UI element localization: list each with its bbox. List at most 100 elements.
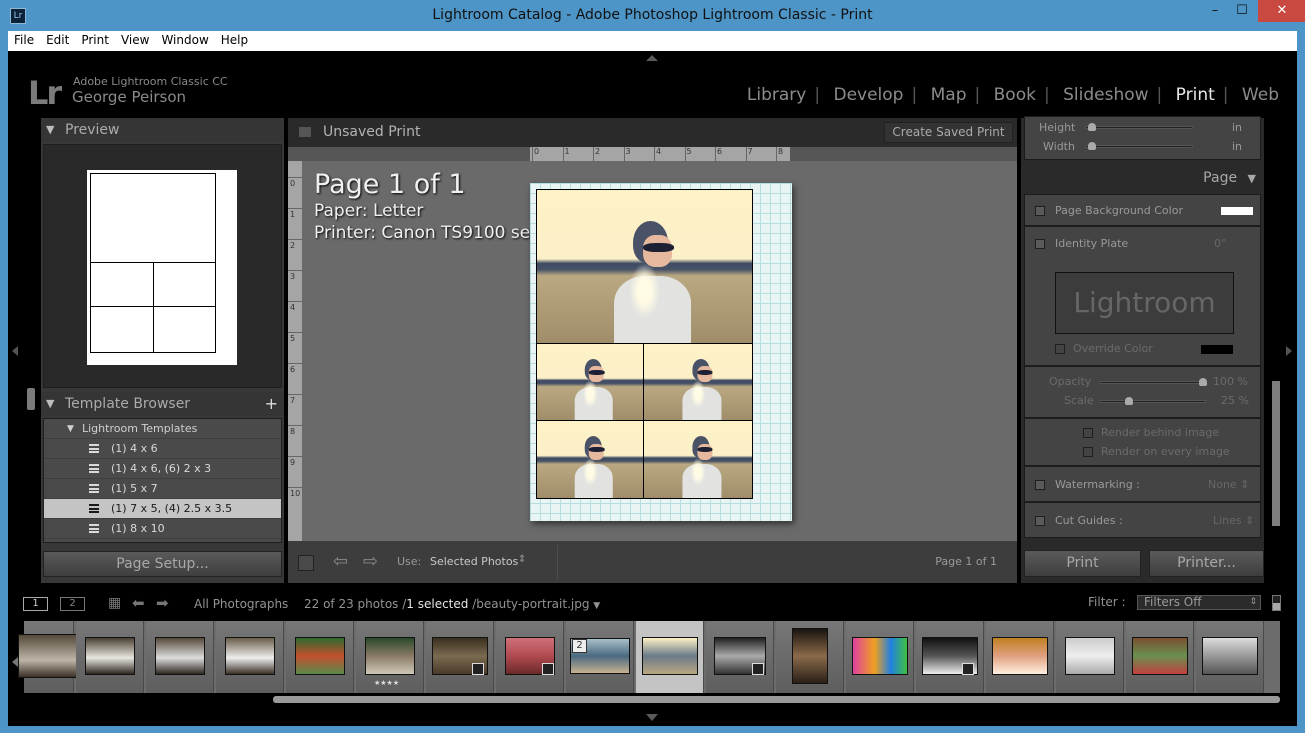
template-icon: [89, 504, 99, 513]
template-label: (1) 7 x 5, (4) 2.5 x 3.5: [111, 502, 233, 515]
filmstrip-thumb[interactable]: [776, 621, 844, 693]
cut-guides-dropdown[interactable]: Lines ⇕: [1213, 514, 1254, 527]
module-print[interactable]: Print: [1168, 85, 1223, 105]
second-window-button[interactable]: 2: [60, 597, 85, 611]
photo-cell-small[interactable]: [536, 420, 644, 499]
show-toolbar-toggle[interactable]: [298, 555, 314, 571]
render-every-checkbox[interactable]: [1083, 447, 1093, 457]
photo-cell-large[interactable]: [536, 189, 753, 344]
override-color-swatch[interactable]: [1201, 345, 1233, 354]
override-color-checkbox[interactable]: [1055, 344, 1065, 354]
filmstrip-thumb[interactable]: ★★★★: [356, 621, 424, 693]
right-panel-scrollbar[interactable]: [1272, 381, 1280, 526]
main-window-button[interactable]: 1: [23, 597, 48, 611]
filmstrip-thumb[interactable]: [286, 621, 354, 693]
filmstrip-thumb[interactable]: [916, 621, 984, 693]
menu-edit[interactable]: Edit: [40, 31, 75, 47]
template-item[interactable]: (1) 4 x 6, (6) 2 x 3: [44, 459, 281, 479]
module-web[interactable]: Web: [1234, 85, 1287, 105]
render-behind-checkbox[interactable]: [1083, 428, 1093, 438]
forward-arrow-icon[interactable]: ➡: [156, 594, 169, 612]
top-panel-toggle-icon[interactable]: [646, 55, 658, 61]
filmstrip-thumb[interactable]: [1056, 621, 1124, 693]
module-develop[interactable]: Develop: [825, 85, 911, 105]
menu-print[interactable]: Print: [75, 31, 115, 47]
page-background-checkbox[interactable]: [1035, 206, 1045, 216]
add-template-icon[interactable]: +: [265, 392, 278, 416]
filmstrip-thumb[interactable]: [986, 621, 1054, 693]
left-panel-scrollbar[interactable]: [27, 388, 35, 410]
grid-view-icon[interactable]: ▦: [108, 595, 121, 611]
width-slider[interactable]: [1085, 142, 1193, 150]
scale-slider[interactable]: [1099, 397, 1206, 405]
close-button[interactable]: ✕: [1258, 0, 1305, 22]
template-browser-header[interactable]: ▼ Template Browser +: [41, 392, 284, 416]
height-slider[interactable]: [1085, 123, 1193, 131]
preview-cell: [90, 262, 154, 307]
print-button[interactable]: Print: [1024, 550, 1141, 577]
page-background-swatch[interactable]: [1221, 207, 1253, 215]
create-saved-print-button[interactable]: Create Saved Print: [884, 122, 1013, 143]
menu-window[interactable]: Window: [155, 31, 214, 47]
source-label[interactable]: All Photographs: [194, 597, 288, 611]
photo-cell-small[interactable]: [536, 343, 644, 421]
template-folder[interactable]: ▼ Lightroom Templates: [44, 419, 281, 439]
page-setup-button[interactable]: Page Setup...: [43, 551, 282, 577]
ruler-tick: [288, 239, 302, 240]
opacity-slider[interactable]: [1099, 378, 1207, 386]
photo-cell-small[interactable]: [643, 420, 753, 499]
filmstrip-thumb[interactable]: [216, 621, 284, 693]
module-library[interactable]: Library: [739, 85, 814, 105]
cut-guides-checkbox[interactable]: [1035, 516, 1045, 526]
template-item[interactable]: (1) 8 x 10: [44, 519, 281, 539]
filmstrip-thumb[interactable]: [706, 621, 774, 693]
filmstrip-thumb[interactable]: [146, 621, 214, 693]
next-page-icon[interactable]: ⇨: [363, 551, 378, 572]
photo-cell-small[interactable]: [643, 343, 753, 421]
printer-button[interactable]: Printer...: [1149, 550, 1264, 577]
filmstrip-thumb[interactable]: [1196, 621, 1264, 693]
menu-file[interactable]: File: [8, 31, 40, 47]
filmstrip-thumb-selected[interactable]: [636, 621, 704, 693]
render-every-label: Render on every image: [1101, 445, 1230, 458]
right-panel-toggle-icon[interactable]: [1286, 346, 1292, 356]
stack-count-badge[interactable]: 2: [572, 639, 587, 653]
filmstrip-thumb[interactable]: [18, 621, 80, 693]
menu-help[interactable]: Help: [215, 31, 254, 47]
identity-plate-angle[interactable]: 0°: [1214, 237, 1227, 250]
template-item[interactable]: (1) 4 x 6: [44, 439, 281, 459]
filter-dropdown[interactable]: Filters Off ⇕: [1137, 595, 1261, 610]
filmstrip-thumb[interactable]: [496, 621, 564, 693]
preview-header[interactable]: ▼ Preview: [41, 118, 284, 142]
left-panel-toggle-icon[interactable]: [12, 346, 18, 356]
page-section-header[interactable]: Page ▼: [1203, 170, 1256, 186]
module-book[interactable]: Book: [986, 85, 1044, 105]
use-selector[interactable]: Selected Photos: [430, 555, 518, 568]
filter-lock-toggle[interactable]: [1272, 595, 1281, 611]
paper-info: Paper: Letter: [314, 201, 424, 221]
filmstrip-thumb[interactable]: [76, 621, 144, 693]
module-slideshow[interactable]: Slideshow: [1055, 85, 1156, 105]
template-item[interactable]: (1) 5 x 7: [44, 479, 281, 499]
menu-view[interactable]: View: [115, 31, 155, 47]
watermarking-checkbox[interactable]: [1035, 480, 1045, 490]
filmstrip-thumb[interactable]: [1126, 621, 1194, 693]
filmstrip-thumb[interactable]: [846, 621, 914, 693]
ruler-tick-label: 5: [290, 334, 296, 343]
photo-count[interactable]: 22 of 23 photos /1 selected /beauty-port…: [304, 597, 600, 611]
filmstrip-thumb[interactable]: 2: [566, 621, 634, 693]
filmstrip-thumb[interactable]: [426, 621, 494, 693]
use-label: Use:: [397, 555, 422, 568]
ruler-tick: [288, 208, 302, 209]
identity-plate-preview[interactable]: Lightroom: [1055, 272, 1234, 334]
module-map[interactable]: Map: [923, 85, 975, 105]
identity-plate-checkbox[interactable]: [1035, 239, 1045, 249]
filmstrip-scrollbar[interactable]: [273, 696, 1280, 703]
maximize-button[interactable]: ☐: [1224, 0, 1260, 22]
previous-page-icon[interactable]: ⇦: [333, 551, 348, 572]
back-arrow-icon[interactable]: ⬅: [132, 594, 145, 612]
layout-preview: [43, 144, 282, 388]
bottom-panel-toggle-icon[interactable]: [646, 714, 658, 721]
template-item-selected[interactable]: (1) 7 x 5, (4) 2.5 x 3.5: [44, 499, 281, 519]
watermarking-dropdown[interactable]: None ⇕: [1208, 478, 1249, 491]
